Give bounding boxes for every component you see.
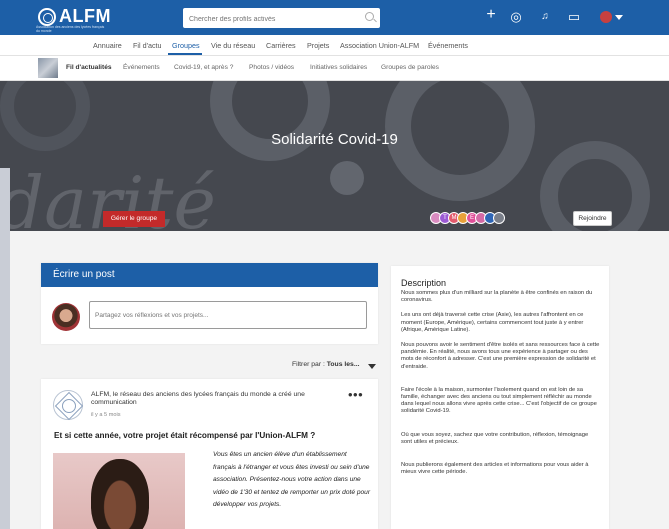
nav-association[interactable]: Association Union-ALFM — [340, 41, 419, 50]
user-avatar[interactable] — [600, 11, 612, 23]
nav-fil-actu[interactable]: Fil d'actu — [133, 41, 162, 50]
filter-value[interactable]: Tous les... — [327, 361, 360, 368]
search-input[interactable] — [183, 9, 353, 30]
description-title: Description — [401, 278, 447, 288]
tab-photos-videos[interactable]: Photos / vidéos — [249, 64, 294, 71]
nav-vie-du-reseau[interactable]: Vie du réseau — [211, 41, 255, 50]
member-avatar[interactable] — [493, 212, 505, 224]
banner-virus-shape — [210, 81, 330, 161]
filter-label: Filtrer par : — [292, 361, 325, 368]
tab-covid[interactable]: Covid-19, et après ? — [174, 64, 233, 71]
post-input[interactable] — [89, 301, 367, 329]
top-bar: ALFM Association des anciens des lycées … — [0, 0, 669, 35]
group-title: Solidarité Covid-19 — [271, 131, 398, 148]
logo-text: ALFM — [59, 6, 111, 26]
more-options-icon[interactable]: ••• — [348, 387, 363, 402]
logo-subtitle: Association des anciens des lycées franç… — [36, 25, 105, 33]
main-nav: Annuaire Fil d'actu Groupes Vie du résea… — [0, 35, 669, 56]
join-group-button[interactable]: Rejoindre — [573, 211, 612, 226]
alfm-logo-icon — [38, 7, 56, 26]
left-edge-strip — [0, 168, 10, 529]
filter-chevron-down-icon[interactable] — [368, 364, 376, 369]
feed-author[interactable]: ALFM, le réseau des anciens des lycées f… — [91, 391, 336, 407]
group-description-card: Description Nous sommes plus d'un millia… — [391, 266, 609, 529]
nav-projets[interactable]: Projets — [307, 41, 329, 50]
plus-icon[interactable]: + — [483, 7, 499, 23]
tab-initiatives[interactable]: Initiatives solidaires — [310, 64, 367, 71]
description-paragraph: Faire l'école à la maison, surmonter l'i… — [401, 386, 597, 415]
write-post-card: Écrire un post — [41, 263, 378, 344]
write-post-header: Écrire un post — [41, 263, 378, 287]
tab-evenements[interactable]: Événements — [123, 64, 160, 71]
feed-item: ALFM, le réseau des anciens des lycées f… — [41, 379, 378, 529]
post-author-avatar — [52, 303, 80, 331]
banner-virus-shape — [330, 161, 364, 195]
group-sub-nav: Fil d'actualités Événements Covid-19, et… — [0, 56, 669, 81]
search-box[interactable] — [183, 8, 380, 30]
manage-group-button[interactable]: Gérer le groupe — [103, 211, 165, 227]
nav-groupes[interactable]: Groupes — [172, 41, 200, 50]
portrait-figure — [91, 459, 149, 529]
bell-icon[interactable]: ♫ — [537, 10, 553, 24]
group-thumbnail[interactable] — [38, 58, 58, 78]
nav-evenements[interactable]: Événements — [428, 41, 468, 50]
nav-annuaire[interactable]: Annuaire — [93, 41, 122, 50]
description-paragraph: Nous publierons également des articles e… — [401, 462, 589, 476]
feed-body: Vous êtes un ancien élève d'un établisse… — [213, 451, 371, 509]
nav-carrieres[interactable]: Carrières — [266, 41, 296, 50]
feed-photo[interactable] — [53, 453, 185, 529]
location-pin-icon[interactable]: ◎ — [508, 10, 524, 24]
description-paragraph: Nous pouvons avoir le sentiment d'être i… — [401, 342, 600, 370]
active-nav-indicator — [168, 53, 202, 55]
feed-timestamp: il y a 5 mois — [91, 412, 121, 418]
description-paragraph: Nous sommes plus d'un milliard sur la pl… — [401, 290, 593, 304]
tab-groupes-paroles[interactable]: Groupes de paroles — [381, 64, 439, 71]
alfm-author-logo-icon[interactable] — [53, 390, 83, 420]
feed-filter[interactable]: Filtrer par : Tous les... — [292, 361, 359, 368]
feed-title: Et si cette année, votre projet était ré… — [54, 431, 316, 440]
description-paragraph: Les uns ont déjà traversé cette crise (A… — [401, 312, 584, 333]
group-banner: darité Solidarité Covid-19 — [0, 81, 669, 231]
alfm-logo[interactable]: ALFM — [38, 6, 111, 27]
chat-icon[interactable]: ▭ — [566, 10, 582, 24]
search-icon[interactable] — [365, 12, 374, 21]
description-paragraph: Où que vous soyez, sachez que votre cont… — [401, 431, 589, 445]
chevron-down-icon[interactable] — [615, 15, 623, 20]
tab-fil-actualites[interactable]: Fil d'actualités — [66, 64, 112, 71]
